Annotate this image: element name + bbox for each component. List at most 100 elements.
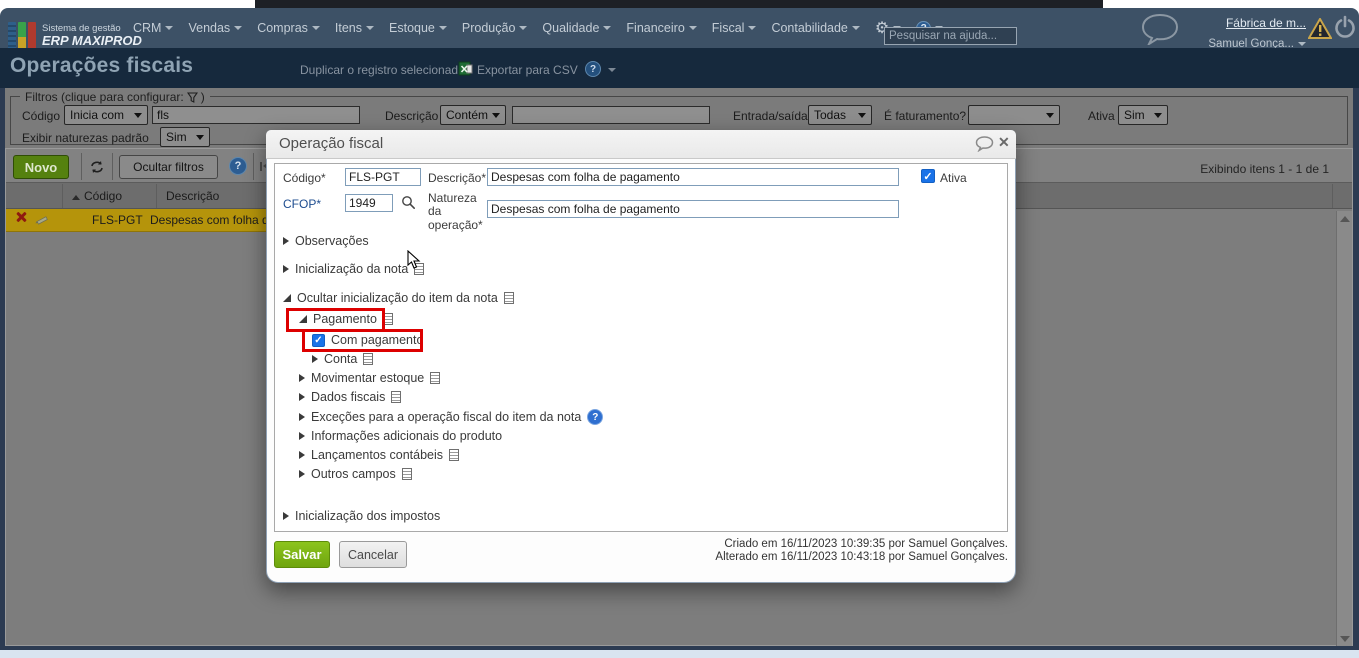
entrada-saida-select[interactable]: Todas [808, 105, 872, 125]
menu-financeiro[interactable]: Financeiro [626, 21, 697, 35]
column-header-descricao[interactable]: Descrição [166, 189, 219, 203]
tree-item-movimentar-estoque[interactable]: Movimentar estoque [299, 371, 441, 385]
codigo-filter-input[interactable] [152, 106, 360, 124]
chevron-down-icon [1298, 42, 1306, 47]
tree-item-inicializacao-impostos[interactable]: Inicialização dos impostos [283, 509, 440, 523]
descricao-input[interactable] [487, 168, 899, 186]
created-meta: Criado em 16/11/2023 10:39:35 por Samuel… [724, 538, 1008, 550]
ativa-label: Ativa [940, 171, 967, 185]
chevron-down-icon [851, 26, 860, 30]
chevron-down-icon [196, 134, 204, 140]
exibir-naturezas-select[interactable]: Sim [160, 127, 210, 147]
menu-estoque[interactable]: Estoque [389, 21, 447, 35]
csv-export-icon [458, 61, 473, 76]
descricao-operator-select[interactable]: Contém [440, 105, 506, 125]
app-logo[interactable]: Sistema de gestão ERP MAXIPROD [8, 22, 142, 49]
duplicate-record-button[interactable]: Duplicar o registro selecionado [300, 63, 465, 77]
chevron-down-icon [165, 26, 174, 30]
company-link[interactable]: Fábrica de m... [1226, 16, 1306, 30]
tree-item-lancamentos-contabeis[interactable]: Lançamentos contábeis [299, 448, 460, 462]
scroll-down-icon[interactable] [1340, 636, 1350, 642]
brand-name: ERP MAXIPROD [42, 32, 142, 48]
page-title: Operações fiscais [10, 54, 194, 77]
close-icon[interactable]: ✕ [998, 134, 1010, 151]
tree-item-inicializacao-nota[interactable]: Inicialização da nota [283, 262, 425, 276]
help-icon[interactable]: ? [587, 409, 604, 425]
grid-status: Exibindo itens 1 - 1 de 1 [1200, 162, 1329, 176]
descricao-filter-label: Descrição [385, 109, 439, 123]
tree-item-ocultar-inicializacao-item[interactable]: Ocultar inicialização do item da nota [283, 291, 514, 305]
chevron-down-icon [1154, 112, 1162, 118]
help-icon[interactable]: ? [229, 157, 247, 175]
faturamento-select[interactable] [968, 105, 1060, 125]
edit-row-icon[interactable] [34, 211, 50, 225]
row-codigo: FLS-PGT [92, 213, 143, 227]
bottom-edge [0, 650, 1359, 658]
scroll-up-icon[interactable] [1340, 216, 1350, 222]
tree-item-informacoes-adicionais[interactable]: Informações adicionais do produto [299, 429, 502, 443]
menu-compras[interactable]: Compras [257, 21, 320, 35]
logo-bars-icon [8, 22, 36, 49]
filters-legend[interactable]: Filtros (clique para configurar: ) [20, 90, 210, 104]
altered-meta: Alterado em 16/11/2023 10:43:18 por Samu… [715, 551, 1008, 563]
menu-crm[interactable]: CRM [133, 21, 174, 35]
dialog-chat-bubble-icon[interactable] [975, 136, 994, 152]
chevron-down-icon [688, 26, 697, 30]
chevron-down-icon [234, 26, 243, 30]
menu-producao[interactable]: Produção [462, 21, 528, 35]
tree-item-dados-fiscais[interactable]: Dados fiscais [299, 390, 402, 404]
descricao-filter-input[interactable] [512, 106, 710, 124]
menu-fiscal[interactable]: Fiscal [712, 21, 757, 35]
help-icon[interactable]: ? [585, 61, 601, 77]
collapsed-icon [283, 512, 289, 520]
sort-asc-icon [72, 195, 80, 200]
collapsed-icon [299, 432, 305, 440]
faturamento-label: É faturamento? [884, 109, 967, 123]
collapsed-icon [283, 237, 289, 245]
top-edge [255, 0, 1103, 8]
chevron-down-icon [748, 26, 757, 30]
collapsed-icon [299, 413, 305, 421]
hide-filters-button[interactable]: Ocultar filtros [119, 155, 218, 179]
document-icon [503, 292, 514, 304]
chat-bubble-icon[interactable] [1140, 13, 1180, 45]
chevron-down-icon [492, 112, 500, 118]
menu-itens[interactable]: Itens [335, 21, 375, 35]
funnel-icon [186, 91, 198, 103]
save-button[interactable]: Salvar [274, 541, 330, 568]
export-csv-button[interactable]: Exportar para CSV [477, 63, 578, 77]
codigo-operator-select[interactable]: Inicia com [64, 105, 148, 125]
tree-item-excecoes[interactable]: Exceções para a operação fiscal do item … [299, 409, 604, 425]
chevron-down-icon [519, 26, 528, 30]
codigo-input[interactable] [345, 168, 421, 186]
warning-icon[interactable] [1308, 18, 1332, 39]
descricao-label: Descrição* [428, 171, 487, 185]
column-header-codigo[interactable]: Código [72, 189, 122, 203]
cfop-input[interactable] [345, 194, 393, 212]
power-icon[interactable] [1333, 15, 1357, 39]
tree-item-observacoes[interactable]: Observações [283, 234, 369, 248]
dialog-title: Operação fiscal [279, 135, 384, 152]
chevron-down-icon[interactable] [608, 68, 616, 72]
delete-row-icon[interactable] [16, 212, 26, 222]
ativa-checkbox[interactable]: ✓ [921, 169, 935, 183]
new-button[interactable]: Novo [13, 155, 69, 179]
document-icon [430, 372, 441, 384]
natureza-input[interactable] [487, 200, 899, 218]
grid-scrollbar[interactable] [1336, 211, 1352, 646]
natureza-label: Natureza da operação* [428, 191, 483, 232]
tree-item-outros-campos[interactable]: Outros campos [299, 467, 412, 481]
tree-item-conta[interactable]: Conta [312, 352, 374, 366]
chevron-down-icon [134, 112, 142, 118]
refresh-icon[interactable] [89, 160, 105, 174]
search-icon[interactable] [401, 195, 416, 210]
ativa-filter-select[interactable]: Sim [1118, 105, 1168, 125]
document-icon [363, 353, 374, 365]
collapsed-icon [299, 451, 305, 459]
collapsed-icon [312, 355, 318, 363]
menu-vendas[interactable]: Vendas [188, 21, 243, 35]
menu-contabilidade[interactable]: Contabilidade [771, 21, 860, 35]
help-search-input[interactable] [884, 27, 1017, 45]
cancel-button[interactable]: Cancelar [339, 541, 407, 568]
menu-qualidade[interactable]: Qualidade [542, 21, 612, 35]
